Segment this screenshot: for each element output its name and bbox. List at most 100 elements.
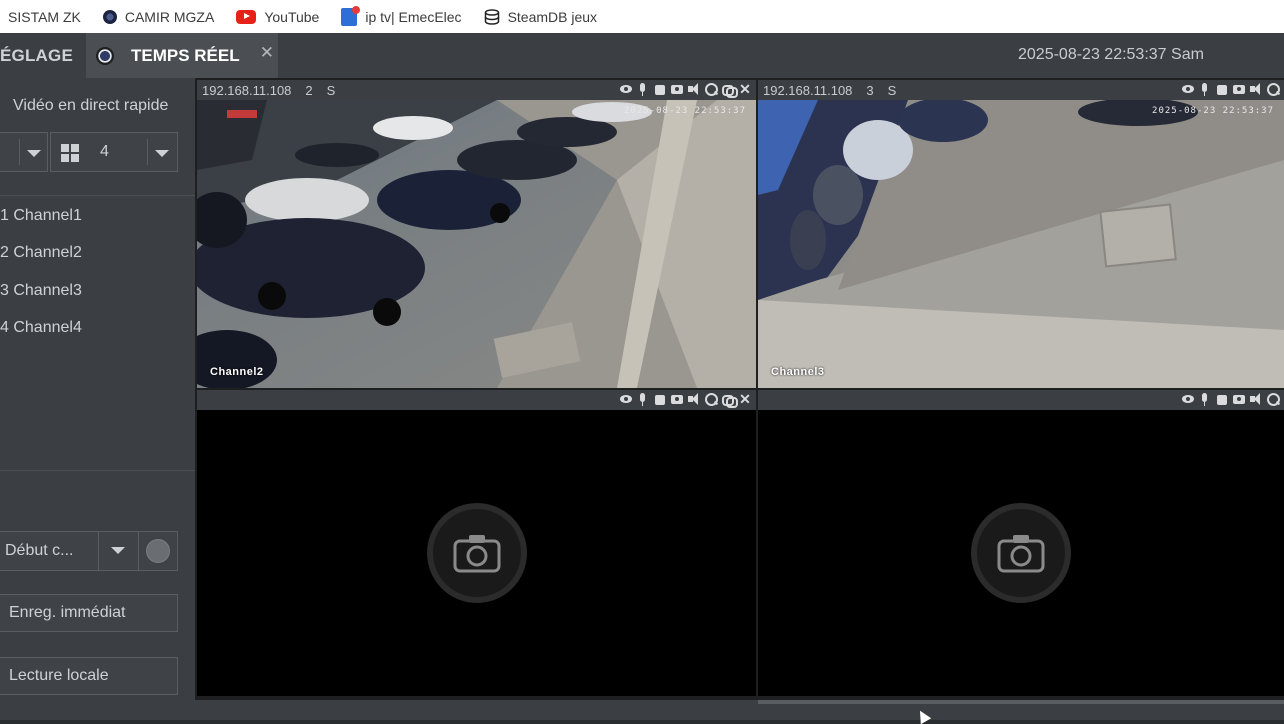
divider [0, 470, 195, 471]
stream-select[interactable] [0, 132, 48, 172]
channel-item-3[interactable]: 3 Channel3 [0, 282, 82, 300]
snapshot-icon[interactable] [1232, 82, 1246, 96]
bookmark-sistam[interactable]: SISTAM ZK [8, 9, 81, 25]
zoom-icon[interactable] [704, 392, 718, 406]
video-cell-1[interactable]: 192.168.11.108 2 S ✕ 2025-08-23 22:53:37… [197, 80, 756, 388]
ptz-icon[interactable] [653, 392, 667, 406]
osd-timestamp: 2025-08-23 22:53:37 [624, 106, 746, 116]
webcam-icon [96, 46, 114, 65]
ptz-icon[interactable] [1215, 82, 1229, 96]
no-video-icon [426, 503, 527, 603]
volume-icon[interactable] [687, 392, 701, 406]
zoom-icon[interactable] [1266, 82, 1280, 96]
divider [138, 532, 139, 570]
osd-channel-label: Channel2 [210, 366, 264, 378]
eye-icon[interactable] [1181, 82, 1195, 96]
ptz-icon[interactable] [1215, 392, 1229, 406]
chevron-down-icon [27, 150, 41, 157]
record-now-button[interactable]: Enreg. immédiat [0, 594, 178, 632]
close-icon[interactable]: ✕ [260, 43, 274, 63]
bookmark-label: SISTAM ZK [8, 8, 81, 25]
chevron-down-icon [111, 547, 125, 554]
camera-feed-parking: 2025-08-23 22:53:37 Channel2 [197, 100, 756, 388]
record-mode-label: Début c... [5, 542, 74, 559]
bookmark-camir[interactable]: CAMIR MGZA [102, 8, 215, 25]
snapshot-icon[interactable] [1232, 392, 1246, 406]
close-icon[interactable]: ✕ [738, 392, 752, 406]
cell-toolbar [1181, 392, 1280, 406]
snapshot-icon[interactable] [670, 392, 684, 406]
tab-live-label: TEMPS RÉEL [131, 45, 240, 65]
divider [147, 139, 148, 165]
sidebar: Vidéo en direct rapide 4 1 Channel1 2 Ch… [0, 78, 195, 700]
volume-icon[interactable] [1249, 82, 1263, 96]
bookmark-label: SteamDB jeux [507, 8, 598, 25]
cell-toolbar [1181, 82, 1280, 96]
bookmark-youtube[interactable]: YouTube [236, 9, 319, 25]
cell-header: ✕ [197, 390, 756, 410]
no-video-icon [971, 503, 1071, 603]
zoom-icon[interactable] [1266, 392, 1280, 406]
ptz-icon[interactable] [653, 82, 667, 96]
cell-ip: 192.168.11.108 [202, 83, 292, 98]
bookmark-iptv[interactable]: ip tv| EmecElec [341, 5, 462, 26]
snapshot-icon[interactable] [670, 82, 684, 96]
camir-icon [102, 9, 117, 24]
tab-settings-label: ÉGLAGE [0, 45, 73, 65]
youtube-icon [236, 9, 257, 24]
record-toggle-button[interactable] [146, 539, 170, 563]
grid-layout-icon [61, 144, 79, 162]
eye-icon[interactable] [619, 392, 633, 406]
zoom-icon[interactable] [704, 82, 718, 96]
channel-item-4[interactable]: 4 Channel4 [0, 319, 82, 337]
video-cell-3[interactable]: ✕ [197, 390, 756, 696]
video-cell-4[interactable] [758, 390, 1284, 696]
video-cell-2[interactable]: 192.168.11.108 3 S 2025-08-23 22:53:37 C… [758, 80, 1284, 388]
bookmark-steamdb[interactable]: SteamDB jeux [484, 9, 597, 25]
microphone-icon[interactable] [636, 82, 650, 96]
osd-timestamp: 2025-08-23 22:53:37 [1152, 106, 1274, 116]
chevron-down-icon [155, 150, 169, 157]
microphone-icon[interactable] [1198, 82, 1212, 96]
channel-item-1[interactable]: 1 Channel1 [0, 207, 82, 225]
volume-icon[interactable] [1249, 392, 1263, 406]
layout-select[interactable]: 4 [50, 132, 178, 172]
tab-live-view[interactable]: TEMPS RÉEL ✕ [86, 33, 278, 78]
eye-icon[interactable] [619, 82, 633, 96]
eye-icon[interactable] [1181, 392, 1195, 406]
bookmarks-bar: SISTAM ZK CAMIR MGZA YouTube ip tv| Emec… [0, 0, 1284, 33]
link-icon[interactable] [721, 392, 738, 408]
channel-item-2[interactable]: 2 Channel2 [0, 244, 82, 262]
cell-ip: 192.168.11.108 [763, 83, 853, 98]
bottom-bar [0, 700, 1284, 720]
microphone-icon[interactable] [636, 392, 650, 406]
cell-channel-number: 2 [305, 83, 313, 98]
divider [19, 139, 20, 165]
local-playback-button[interactable]: Lecture locale [0, 657, 178, 695]
bookmark-label: CAMIR MGZA [124, 8, 215, 25]
iptv-icon [341, 5, 361, 26]
cell-stream-type: S [326, 83, 336, 98]
layout-value: 4 [100, 143, 109, 160]
record-mode-select[interactable]: Début c... [0, 531, 178, 571]
tab-settings[interactable]: ÉGLAGE [0, 33, 84, 78]
volume-icon[interactable] [687, 82, 701, 96]
cell-toolbar: ✕ [619, 82, 752, 98]
divider [98, 532, 99, 570]
bookmark-label: YouTube [264, 8, 320, 25]
microphone-icon[interactable] [1198, 392, 1212, 406]
scrollbar[interactable] [758, 700, 1284, 704]
camera-feed-empty [197, 410, 756, 696]
camera-feed-empty [758, 410, 1284, 696]
cell-header: 192.168.11.108 3 S [758, 80, 1284, 100]
cell-header: 192.168.11.108 2 S ✕ [197, 80, 756, 100]
sidebar-title: Vidéo en direct rapide [13, 97, 169, 114]
app-top-bar: ÉGLAGE TEMPS RÉEL ✕ 2025-08-23 22:53:37 … [0, 33, 1284, 78]
link-icon[interactable] [721, 82, 738, 98]
cell-header [758, 390, 1284, 410]
bookmark-label: ip tv| EmecElec [365, 8, 462, 25]
datetime-display: 2025-08-23 22:53:37 Sam [1018, 46, 1204, 63]
parking-lot-image [197, 100, 756, 388]
close-icon[interactable]: ✕ [738, 82, 752, 96]
camera-feed-sidewalk: 2025-08-23 22:53:37 Channel3 [758, 100, 1284, 388]
